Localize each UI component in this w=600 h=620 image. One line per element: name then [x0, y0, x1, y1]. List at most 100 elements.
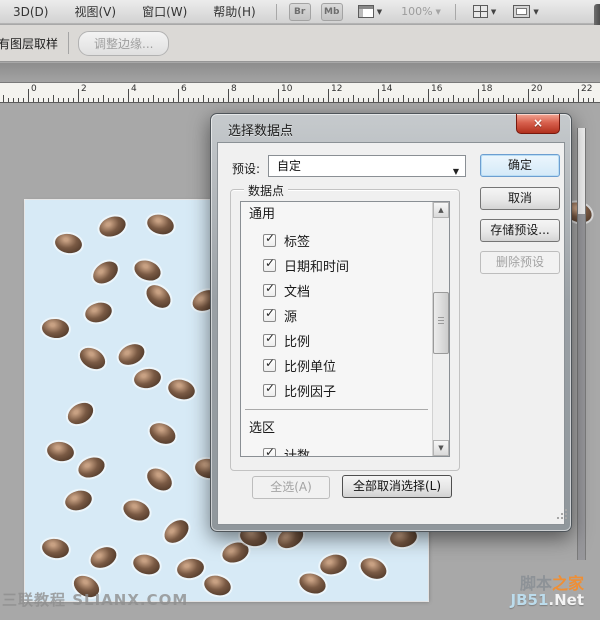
- bridge-button[interactable]: Br: [289, 3, 311, 21]
- ruler-tick: [98, 98, 99, 102]
- document-vertical-scrollbar[interactable]: [577, 128, 586, 560]
- ruler-tick: [13, 98, 14, 102]
- list-item[interactable]: ✓文档: [241, 278, 432, 303]
- ruler-tick: [123, 98, 124, 102]
- menu-items: 3D(D)视图(V)窗口(W)帮助(H): [0, 0, 269, 24]
- list-item[interactable]: ✓源: [241, 303, 432, 328]
- close-icon[interactable]: ×: [516, 114, 560, 134]
- list-item[interactable]: ✓ 比例因子: [241, 378, 432, 403]
- save-preset-button[interactable]: 存储预设...: [480, 219, 560, 242]
- arrange-documents-icon[interactable]: [473, 5, 488, 18]
- photoshop-window: 3D(D)视图(V)窗口(W)帮助(H) Br Mb ▼ 100% ▼ ▼ ▼ …: [0, 0, 600, 620]
- ruler-tick: [568, 98, 569, 102]
- list-scrollbar[interactable]: ▲ ▼: [432, 202, 449, 456]
- ruler-tick: [588, 98, 589, 102]
- ruler-tick: [68, 98, 69, 102]
- chevron-down-icon[interactable]: ▼: [377, 8, 382, 16]
- ruler-tick: [43, 98, 44, 102]
- ruler-tick: [173, 98, 174, 102]
- list-item[interactable]: ✓比例: [241, 328, 432, 353]
- ruler-tick: [323, 98, 324, 102]
- ruler-tick: [368, 98, 369, 102]
- cancel-button[interactable]: 取消: [480, 187, 560, 210]
- check-icon: ✓: [265, 331, 275, 345]
- scroll-down-icon[interactable]: ▼: [433, 440, 449, 456]
- list-item[interactable]: ✓标签: [241, 228, 432, 253]
- list-item[interactable]: ✓ 计数: [241, 442, 432, 457]
- ruler-tick: [18, 98, 19, 102]
- chevron-down-icon[interactable]: ▼: [533, 8, 538, 16]
- ruler-tick: [508, 98, 509, 102]
- zoom-level-value[interactable]: 100%: [401, 5, 432, 18]
- list-item-label: 计数: [284, 445, 310, 457]
- menu-item[interactable]: 帮助(H): [200, 0, 268, 24]
- mini-bridge-button[interactable]: Mb: [321, 3, 343, 21]
- ruler-tick: [128, 89, 129, 102]
- ruler-tick: [73, 98, 74, 102]
- ruler-tick: [543, 98, 544, 102]
- sample-all-layers-label[interactable]: 有图层取样: [0, 35, 58, 52]
- ruler-tick: [363, 98, 364, 102]
- ruler-tick: [278, 89, 279, 102]
- separator: [68, 32, 69, 54]
- scrollbar-track[interactable]: [578, 128, 585, 214]
- menu-item[interactable]: 视图(V): [61, 0, 129, 24]
- checkbox[interactable]: ✓: [263, 284, 276, 297]
- list-item-label: 比例因子: [284, 381, 336, 400]
- ruler-tick: [593, 98, 594, 102]
- checkbox[interactable]: ✓: [263, 448, 276, 457]
- scrollbar-thumb[interactable]: [433, 292, 449, 354]
- checkbox[interactable]: ✓: [263, 359, 276, 372]
- preset-label: 预设:: [232, 160, 260, 177]
- ruler-tick: [298, 98, 299, 102]
- ruler-tick: [268, 98, 269, 102]
- ruler-tick: [548, 98, 549, 102]
- menu-item[interactable]: 窗口(W): [129, 0, 200, 24]
- ruler-tick: [478, 89, 479, 102]
- data-points-list: 通用✓标签✓日期和时间✓文档✓源✓比例✓比例单位✓比例因子选区✓计数 ▲ ▼: [240, 201, 450, 457]
- menu-bar: 3D(D)视图(V)窗口(W)帮助(H) Br Mb ▼ 100% ▼ ▼ ▼: [0, 0, 600, 24]
- ruler-tick: [493, 98, 494, 102]
- dialog-content: 预设: 自定 ▼ 确定取消存储预设...删除预设 数据点 通用✓标签✓日期和时间…: [217, 142, 565, 525]
- ruler-tick: [183, 98, 184, 102]
- ruler-tick: [58, 98, 59, 102]
- checkbox[interactable]: ✓: [263, 334, 276, 347]
- resize-grip[interactable]: [557, 517, 559, 519]
- ruler-tick: [213, 98, 214, 102]
- ruler-tick: [428, 89, 429, 102]
- ruler-label: 12: [331, 84, 342, 94]
- ruler-tick: [143, 98, 144, 102]
- checkbox[interactable]: ✓: [263, 234, 276, 247]
- ruler-tick: [108, 98, 109, 102]
- chevron-down-icon[interactable]: ▼: [491, 8, 496, 16]
- ruler-tick: [353, 95, 354, 102]
- ruler-tick: [308, 98, 309, 102]
- ruler-tick: [218, 98, 219, 102]
- ruler-tick: [443, 98, 444, 102]
- ruler-label: 6: [181, 84, 187, 94]
- preset-value: 自定: [277, 159, 301, 173]
- ruler-label: 16: [431, 84, 442, 94]
- list-item[interactable]: ✓日期和时间: [241, 253, 432, 278]
- deselect-all-button[interactable]: 全部取消选择(L): [342, 475, 452, 498]
- view-extras-icon[interactable]: [358, 5, 374, 18]
- menu-item[interactable]: 3D(D): [0, 0, 61, 24]
- chevron-down-icon: ▼: [436, 8, 441, 16]
- checkbox[interactable]: ✓: [263, 309, 276, 322]
- ruler-tick: [83, 98, 84, 102]
- list-items: 通用✓标签✓日期和时间✓文档✓源✓比例✓比例单位✓比例因子选区✓计数: [241, 202, 432, 456]
- scroll-up-icon[interactable]: ▲: [433, 202, 449, 218]
- list-item[interactable]: ✓比例单位: [241, 353, 432, 378]
- screen-mode-icon[interactable]: [513, 5, 530, 18]
- ruler-tick: [253, 95, 254, 102]
- ruler-tick: [393, 98, 394, 102]
- ruler-tick: [258, 98, 259, 102]
- ruler-tick: [78, 89, 79, 102]
- ruler-tick: [63, 98, 64, 102]
- checkbox[interactable]: ✓: [263, 384, 276, 397]
- preset-dropdown[interactable]: 自定 ▼: [268, 155, 466, 177]
- checkbox[interactable]: ✓: [263, 259, 276, 272]
- ruler-label: 10: [281, 84, 292, 94]
- ok-button[interactable]: 确定: [480, 154, 560, 177]
- ruler-tick: [433, 98, 434, 102]
